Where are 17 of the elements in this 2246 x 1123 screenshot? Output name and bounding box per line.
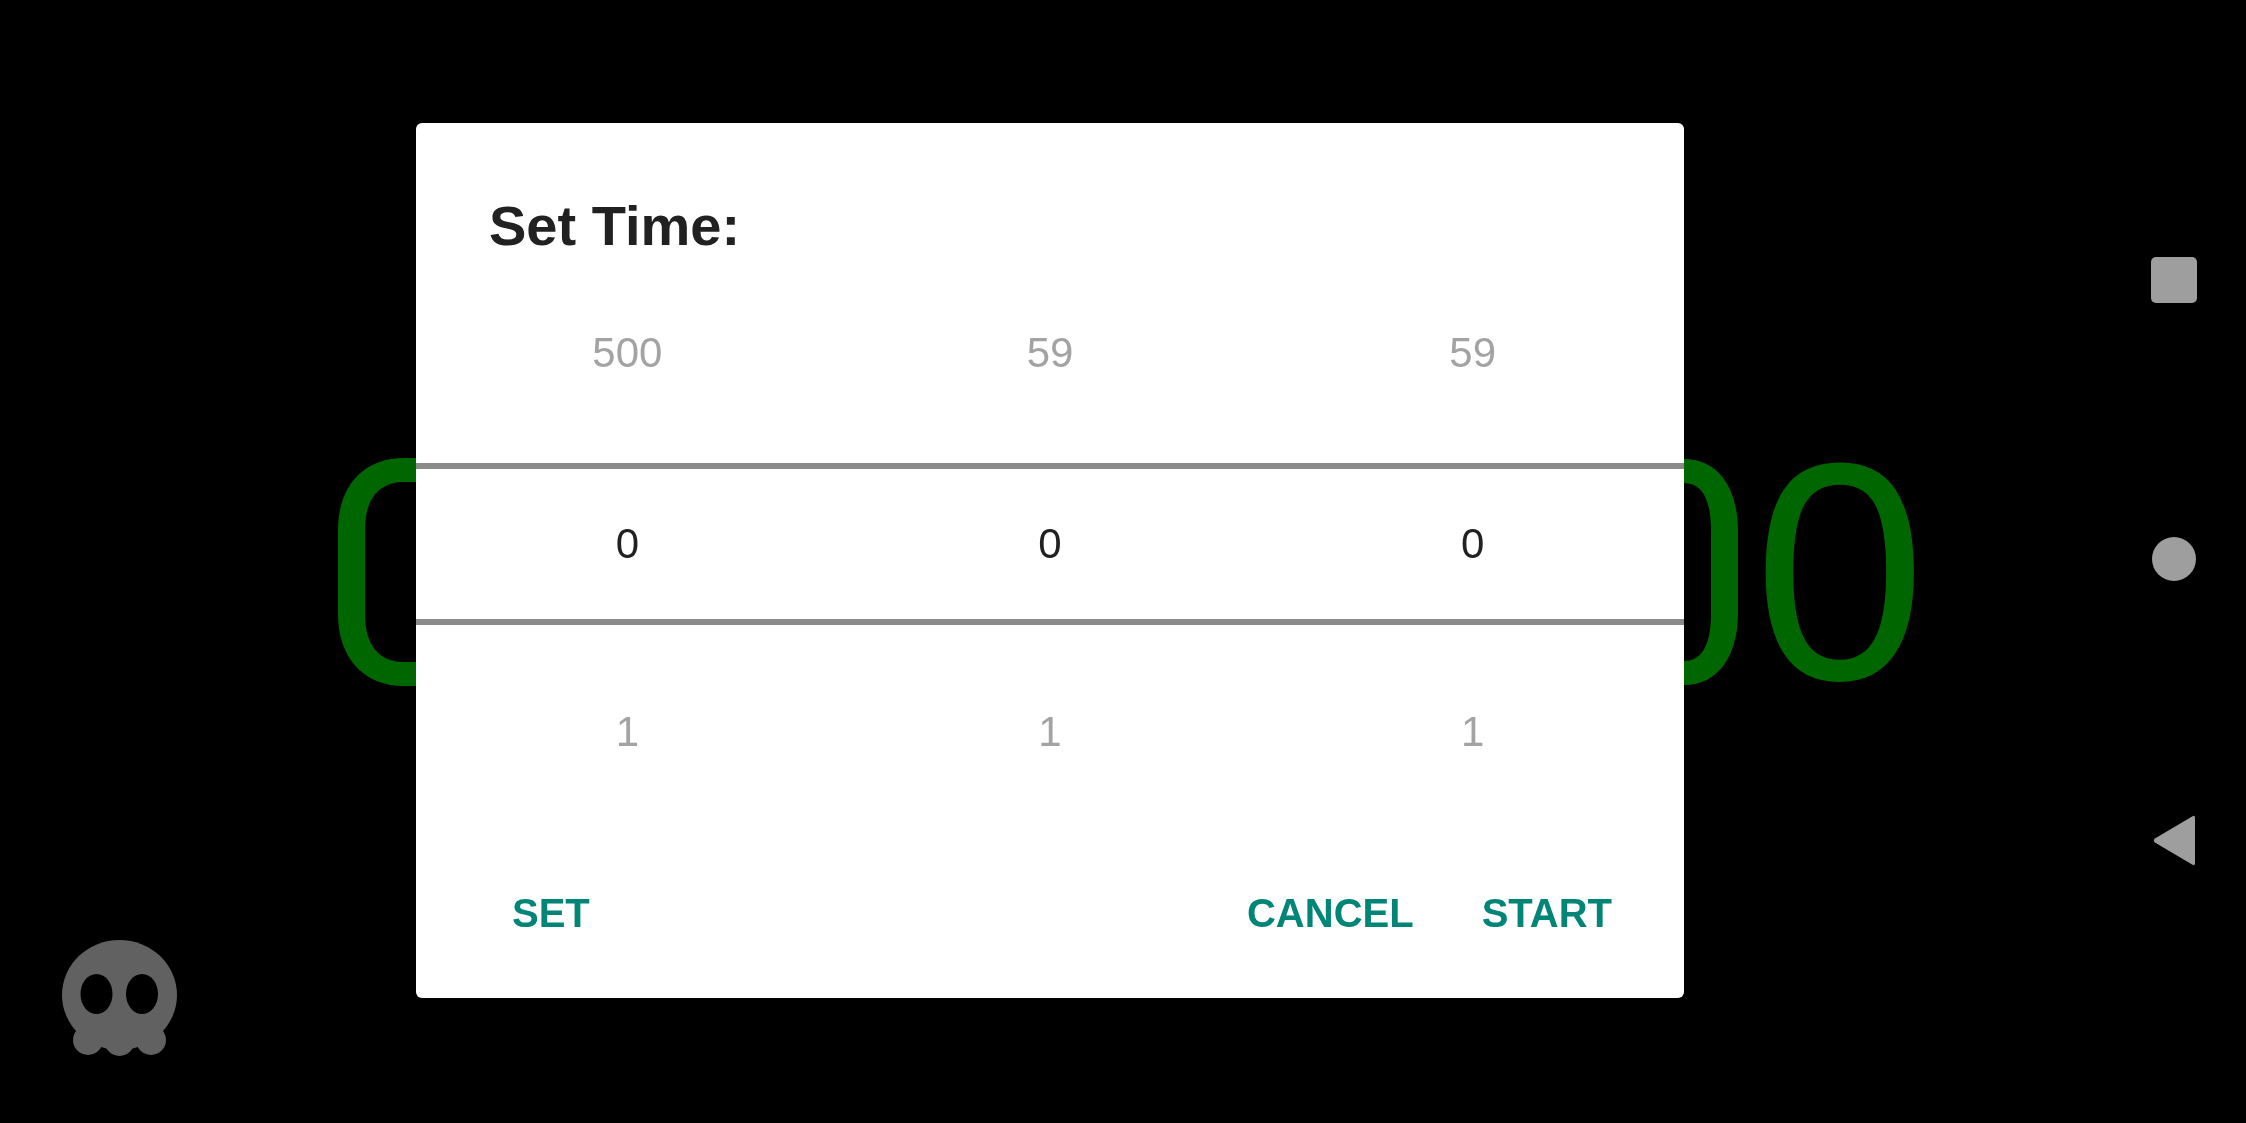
- dialog-title: Set Time:: [489, 198, 741, 254]
- triangle-icon[interactable]: [2153, 815, 2195, 866]
- picker-number[interactable]: 59: [1026, 327, 1074, 379]
- picker-number[interactable]: 1: [1038, 706, 1062, 758]
- skull-icon[interactable]: [62, 940, 177, 1056]
- picker-selected-number[interactable]: 0: [1038, 518, 1062, 570]
- circle-icon[interactable]: [2152, 537, 2196, 581]
- dialog-button[interactable]: START: [1457, 877, 1636, 949]
- dialog-button[interactable]: SET: [488, 877, 614, 949]
- picker-selected-number[interactable]: 0: [615, 518, 639, 570]
- picker-number[interactable]: 1: [1460, 706, 1485, 758]
- clock-digit: 0: [1753, 455, 1926, 689]
- picker-number[interactable]: 500: [592, 327, 663, 379]
- picker-selected-number[interactable]: 0: [1460, 518, 1485, 570]
- picker-number[interactable]: 59: [1449, 327, 1496, 379]
- dialog-button[interactable]: CANCEL: [1222, 877, 1438, 949]
- picker-number[interactable]: 1: [615, 706, 639, 758]
